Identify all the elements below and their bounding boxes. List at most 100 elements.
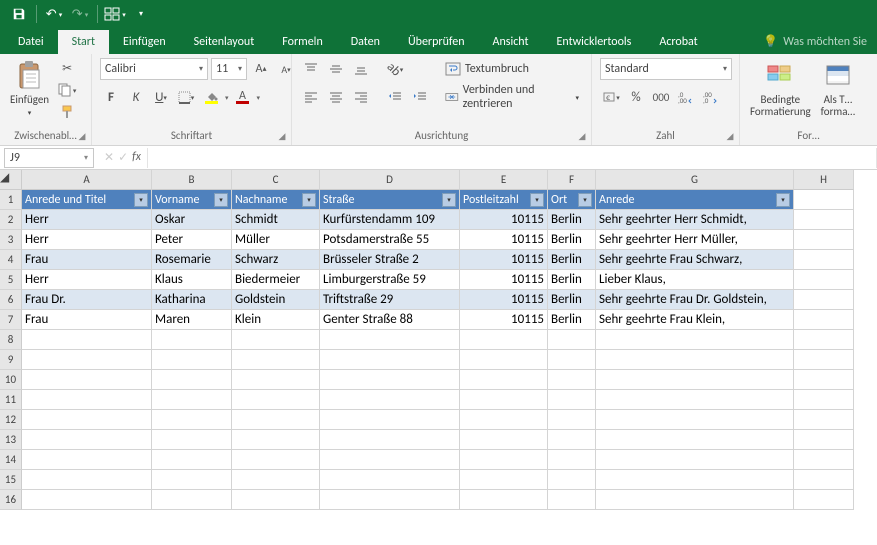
cell[interactable]: Straße▾ [320,190,460,210]
cell[interactable]: 10115 [460,210,548,230]
cell[interactable]: 10115 [460,250,548,270]
cell[interactable] [320,430,460,450]
filter-button[interactable]: ▾ [214,193,228,207]
cell[interactable] [232,490,320,510]
increase-font-button[interactable]: A▴ [250,58,272,80]
filter-button[interactable]: ▾ [442,193,456,207]
cell[interactable] [794,230,854,250]
cell[interactable] [794,470,854,490]
cell[interactable] [320,350,460,370]
cell[interactable] [320,370,460,390]
cell[interactable] [320,450,460,470]
cell[interactable] [460,390,548,410]
cell[interactable]: Sehr geehrter Herr Schmidt, [596,210,794,230]
cell[interactable]: Goldstein [232,290,320,310]
cell[interactable] [596,350,794,370]
cell[interactable] [152,470,232,490]
column-header[interactable]: H [794,170,854,190]
cell[interactable]: Klein [232,310,320,330]
cell[interactable] [548,450,596,470]
underline-button[interactable]: U▾ [150,86,172,108]
cell[interactable]: 10115 [460,270,548,290]
row-header[interactable]: 5 [0,270,22,290]
row-header[interactable]: 6 [0,290,22,310]
undo-button[interactable]: ↶▾ [41,2,67,26]
align-right-button[interactable] [350,86,372,108]
increase-decimal-button[interactable]: ,0,00 [675,86,697,108]
cell[interactable] [460,450,548,470]
cell[interactable] [794,290,854,310]
cell[interactable]: Brüsseler Straße 2 [320,250,460,270]
cell[interactable] [596,490,794,510]
increase-indent-button[interactable] [409,86,431,108]
cell[interactable] [548,470,596,490]
cell[interactable] [232,370,320,390]
font-color-button[interactable]: A [232,86,254,108]
cell[interactable] [794,210,854,230]
cell[interactable]: Ort▾ [548,190,596,210]
align-center-button[interactable] [325,86,347,108]
tab-überprüfen[interactable]: Überprüfen [394,30,479,54]
cell[interactable] [22,470,152,490]
cell[interactable]: Anrede und Titel▾ [22,190,152,210]
cell[interactable] [794,250,854,270]
tab-entwicklertools[interactable]: Entwicklertools [543,30,646,54]
column-header[interactable]: G [596,170,794,190]
cell[interactable] [232,450,320,470]
cell[interactable]: Berlin [548,230,596,250]
cell[interactable] [596,330,794,350]
row-header[interactable]: 4 [0,250,22,270]
cell[interactable] [152,330,232,350]
cell[interactable] [152,390,232,410]
cell[interactable] [22,490,152,510]
merge-center-button[interactable]: Verbinden und zentrieren ▾ [441,86,583,108]
cell[interactable] [460,350,548,370]
cell[interactable] [596,410,794,430]
row-header[interactable]: 16 [0,490,22,510]
cell[interactable]: Berlin [548,290,596,310]
cell[interactable] [460,470,548,490]
cell[interactable] [794,350,854,370]
cell[interactable]: Limburgerstraße 59 [320,270,460,290]
cell[interactable]: Müller [232,230,320,250]
filter-button[interactable]: ▾ [530,193,544,207]
cell[interactable] [460,490,548,510]
cell[interactable] [152,350,232,370]
tab-einfügen[interactable]: Einfügen [109,30,180,54]
cell[interactable] [596,450,794,470]
cell[interactable] [152,410,232,430]
wrap-text-button[interactable]: Textumbruch [441,58,583,80]
cell[interactable] [232,330,320,350]
cell[interactable] [232,430,320,450]
cell[interactable] [794,390,854,410]
cell[interactable]: Sehr geehrte Frau Klein, [596,310,794,330]
cell[interactable] [794,270,854,290]
row-header[interactable]: 3 [0,230,22,250]
row-header[interactable]: 10 [0,370,22,390]
cell[interactable] [794,410,854,430]
cell[interactable]: Schmidt [232,210,320,230]
cell[interactable]: Sehr geehrte Frau Schwarz, [596,250,794,270]
cell[interactable]: Berlin [548,250,596,270]
cell[interactable]: Anrede▾ [596,190,794,210]
tab-seitenlayout[interactable]: Seitenlayout [180,30,269,54]
format-painter-button[interactable] [57,102,77,122]
cell[interactable] [460,330,548,350]
cell[interactable]: Peter [152,230,232,250]
decrease-decimal-button[interactable]: ,00,0 [700,86,722,108]
cell[interactable] [320,470,460,490]
cell[interactable] [152,370,232,390]
redo-button[interactable]: ↷▾ [67,2,93,26]
align-bottom-button[interactable] [350,58,372,80]
cell[interactable] [22,450,152,470]
cell[interactable] [596,390,794,410]
cell[interactable]: Frau [22,310,152,330]
row-header[interactable]: 11 [0,390,22,410]
cell[interactable]: Vorname▾ [152,190,232,210]
align-top-button[interactable] [300,58,322,80]
tab-datei[interactable]: Datei [4,30,58,54]
name-box[interactable]: J9▾ [4,148,94,168]
row-header[interactable]: 1 [0,190,22,210]
cell[interactable] [460,370,548,390]
cell[interactable]: Frau [22,250,152,270]
